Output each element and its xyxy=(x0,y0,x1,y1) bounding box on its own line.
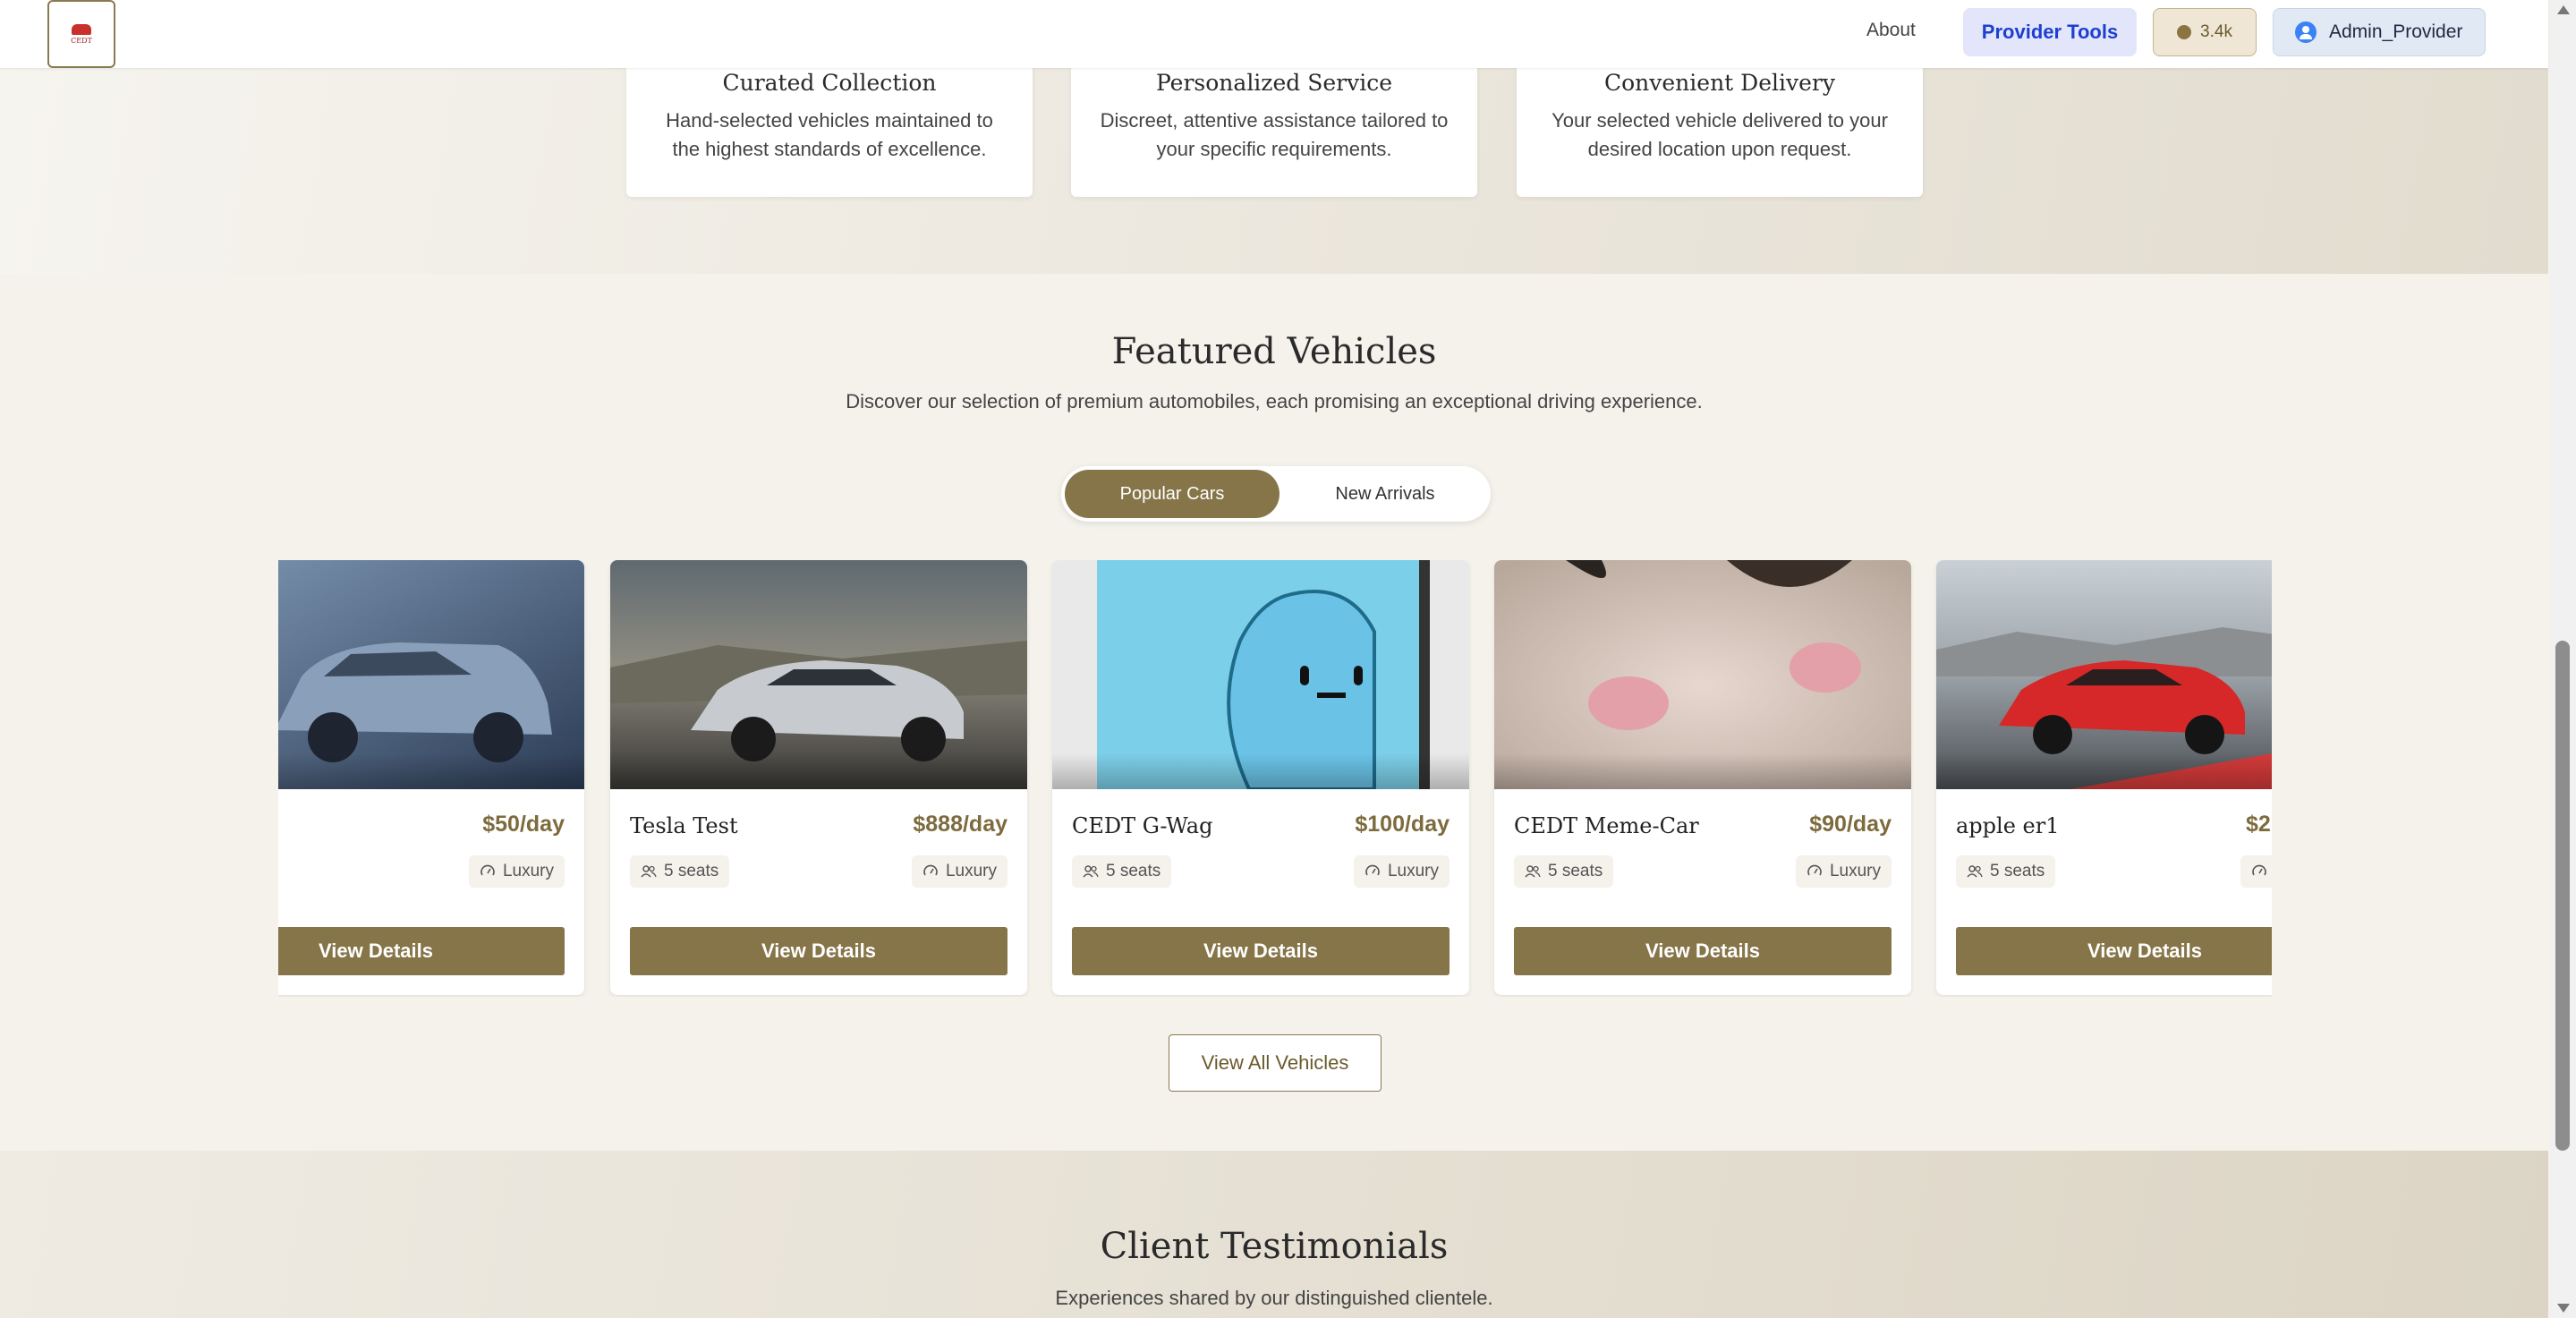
feature-text: Your selected vehicle delivered to your … xyxy=(1552,109,1888,160)
feature-text: Discreet, attentive assistance tailored … xyxy=(1100,109,1449,160)
seats-chip: 5 seats xyxy=(1072,855,1172,888)
vehicle-card[interactable]: apple er1 $2 5 seats L View Details xyxy=(1936,560,2272,995)
feature-card-curated: Curated Collection Hand-selected vehicle… xyxy=(626,54,1033,197)
vehicle-price: $90/day xyxy=(1809,812,1892,837)
vehicle-image xyxy=(1494,560,1911,789)
user-menu-button[interactable]: Admin_Provider xyxy=(2273,8,2486,56)
gauge-icon xyxy=(2252,864,2266,876)
feature-card-personalized: Personalized Service Discreet, attentive… xyxy=(1071,54,1477,197)
logo-text: CEDT xyxy=(71,36,92,45)
users-icon xyxy=(1525,865,1541,878)
nav-about-link[interactable]: About xyxy=(1866,20,1916,41)
gauge-icon xyxy=(923,864,938,876)
category-chip: Luxury xyxy=(1353,855,1450,888)
site-logo[interactable]: CEDT xyxy=(47,0,115,68)
vehicle-name: CEDT G-Wag xyxy=(1072,813,1213,838)
user-name: Admin_Provider xyxy=(2329,21,2463,42)
category-chip: Luxury xyxy=(1795,855,1892,888)
gauge-icon xyxy=(480,864,495,876)
vehicle-seats: 5 seats xyxy=(664,862,719,880)
car-filter-toggle: Popular Cars New Arrivals xyxy=(1061,466,1491,522)
view-details-button[interactable]: View Details xyxy=(278,927,565,975)
coin-balance: 3.4k xyxy=(2200,22,2232,41)
view-details-button[interactable]: View Details xyxy=(1514,927,1892,975)
gauge-icon xyxy=(1807,864,1822,876)
gauge-icon xyxy=(1365,864,1380,876)
user-avatar-icon xyxy=(2295,21,2317,43)
view-details-button[interactable]: View Details xyxy=(630,927,1007,975)
users-icon xyxy=(1083,865,1099,878)
coin-icon xyxy=(2177,25,2192,39)
vehicle-card[interactable]: CEDT Meme-Car $90/day 5 seats Luxury Vie… xyxy=(1494,560,1911,995)
category-chip: L xyxy=(2240,855,2272,888)
testimonials-subtitle: Experiences shared by our distinguished … xyxy=(1055,1287,1493,1309)
vehicle-category: Luxury xyxy=(945,862,997,880)
vehicle-category: Luxury xyxy=(1387,862,1439,880)
vehicle-category: Luxury xyxy=(1829,862,1881,880)
tab-popular-cars[interactable]: Popular Cars xyxy=(1065,470,1279,518)
seats-chip: 5 seats xyxy=(1956,855,2056,888)
category-chip: Luxury xyxy=(911,855,1007,888)
coin-balance-badge[interactable]: 3.4k xyxy=(2153,8,2257,56)
scroll-up-arrow-icon[interactable] xyxy=(2557,5,2570,14)
vehicle-name: apple er1 xyxy=(1956,813,2060,838)
vehicle-name: CEDT Meme-Car xyxy=(1514,813,1699,838)
view-details-button[interactable]: View Details xyxy=(1072,927,1450,975)
vehicle-carousel[interactable]: $50/day Luxury View Details Tesla Test $… xyxy=(278,560,2272,997)
users-icon xyxy=(1967,865,1983,878)
vehicle-category: Luxury xyxy=(502,862,554,880)
feature-card-delivery: Convenient Delivery Your selected vehicl… xyxy=(1517,54,1923,197)
testimonials-title: Client Testimonials xyxy=(1100,1226,1449,1267)
feature-title: Personalized Service xyxy=(1155,70,1393,96)
category-chip: Luxury xyxy=(468,855,565,888)
scroll-thumb[interactable] xyxy=(2555,641,2570,1151)
vehicle-image xyxy=(278,560,584,789)
vehicle-card[interactable]: CEDT G-Wag $100/day 5 seats Luxury View … xyxy=(1052,560,1469,995)
vehicle-price: $2 xyxy=(2246,812,2271,837)
seats-chip: 5 seats xyxy=(630,855,730,888)
vehicle-price: $888/day xyxy=(913,812,1007,837)
vehicle-card[interactable]: Tesla Test $888/day 5 seats Luxury View … xyxy=(610,560,1027,995)
vehicle-seats: 5 seats xyxy=(1106,862,1161,880)
vehicle-price: $100/day xyxy=(1355,812,1450,837)
view-details-button[interactable]: View Details xyxy=(1956,927,2272,975)
users-icon xyxy=(641,865,657,878)
scroll-down-arrow-icon[interactable] xyxy=(2557,1304,2570,1313)
seats-chip: 5 seats xyxy=(1514,855,1614,888)
feature-text: Hand-selected vehicles maintained to the… xyxy=(666,109,993,160)
vehicle-price: $50/day xyxy=(482,812,565,837)
feature-title: Convenient Delivery xyxy=(1603,70,1835,96)
feature-title: Curated Collection xyxy=(722,70,937,96)
vehicle-image xyxy=(1052,560,1469,789)
car-logo-icon xyxy=(72,23,91,35)
vehicle-card[interactable]: $50/day Luxury View Details xyxy=(278,560,584,995)
vehicle-image xyxy=(1936,560,2272,789)
tab-new-arrivals[interactable]: New Arrivals xyxy=(1283,470,1487,518)
featured-subtitle: Discover our selection of premium automo… xyxy=(846,390,1703,412)
vehicle-name: Tesla Test xyxy=(630,813,738,838)
featured-title: Featured Vehicles xyxy=(1111,331,1437,372)
vehicle-seats: 5 seats xyxy=(1990,862,2045,880)
top-navbar: CEDT About Provider Tools 3.4k Admin_Pro… xyxy=(0,0,2548,68)
vehicle-seats: 5 seats xyxy=(1548,862,1603,880)
page-scrollbar[interactable] xyxy=(2550,0,2576,1318)
view-all-vehicles-button[interactable]: View All Vehicles xyxy=(1169,1034,1382,1092)
provider-tools-button[interactable]: Provider Tools xyxy=(1963,8,2137,56)
vehicle-image xyxy=(610,560,1027,789)
